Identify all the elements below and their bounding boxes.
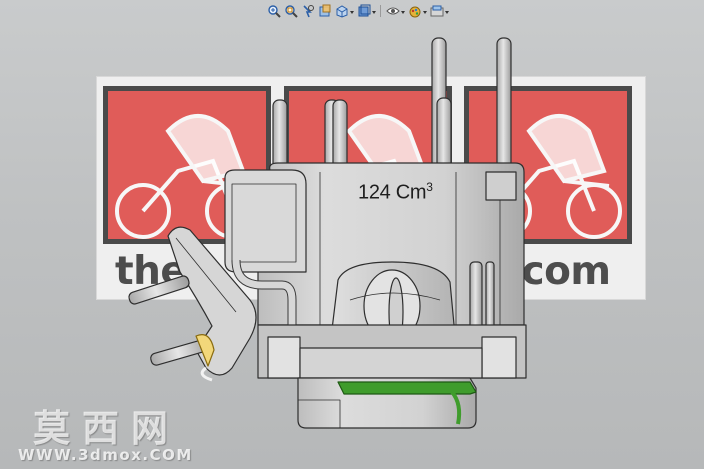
cylinder-stud — [272, 37, 512, 171]
watermark-url-text: WWW.3dmox.COM — [18, 446, 193, 464]
base-gasket — [337, 381, 477, 395]
watermark-chinese-text: 莫西网 — [33, 406, 180, 450]
displacement-number: 124 Cm — [358, 181, 427, 204]
displacement-unit-power: 3 — [426, 180, 433, 194]
displacement-label: 124 Cm3 — [358, 180, 433, 205]
graphics-viewport[interactable]: thet t.com 124 Cm3 莫西网 WWW.3dmox.COM — [0, 0, 704, 469]
